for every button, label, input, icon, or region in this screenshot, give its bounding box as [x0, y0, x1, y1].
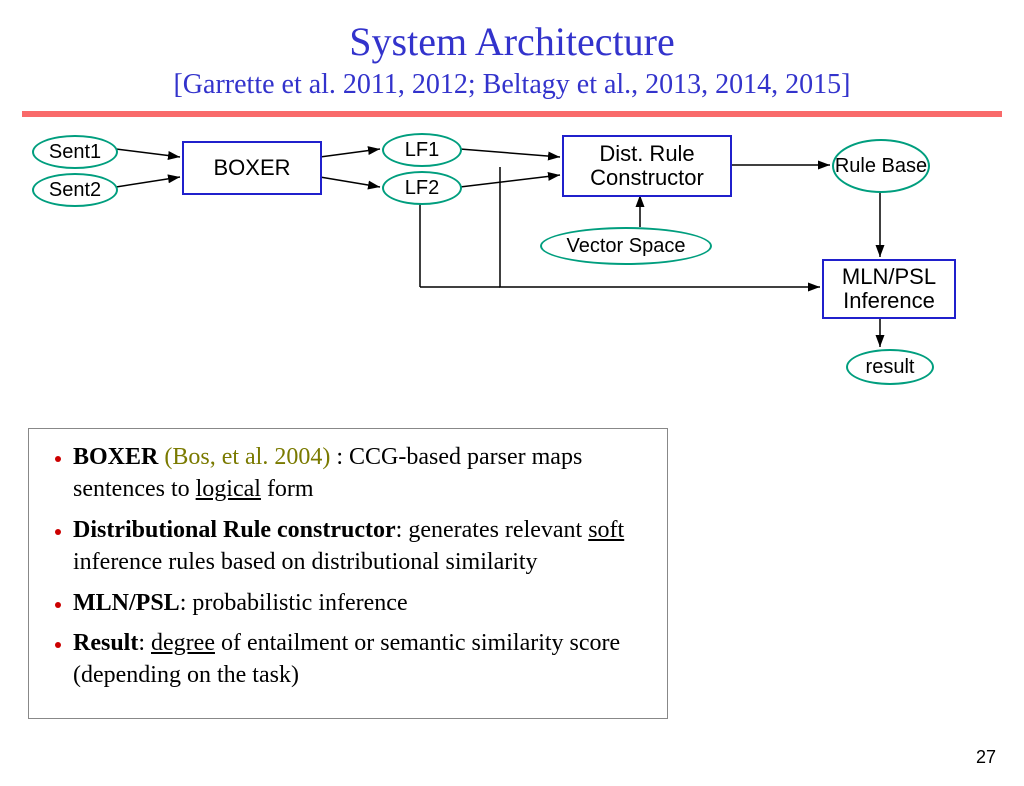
bullet-dist-rule: Distributional Rule constructor: generat… — [73, 514, 649, 579]
bullet-boxer: BOXER (Bos, et al. 2004) : CCG-based par… — [73, 441, 649, 506]
node-sent2: Sent2 — [32, 173, 118, 207]
node-lf2: LF2 — [382, 171, 462, 205]
description-box: BOXER (Bos, et al. 2004) : CCG-based par… — [28, 428, 668, 719]
node-result: result — [846, 349, 934, 385]
node-boxer: BOXER — [182, 141, 322, 195]
node-rule-base: Rule Base — [832, 139, 930, 193]
page-number: 27 — [976, 747, 996, 768]
node-lf1: LF1 — [382, 133, 462, 167]
node-mln-psl-inference: MLN/PSL Inference — [822, 259, 956, 319]
bullet-mln-psl: MLN/PSL: probabilistic inference — [73, 587, 649, 619]
node-sent1: Sent1 — [32, 135, 118, 169]
node-dist-rule-constructor: Dist. Rule Constructor — [562, 135, 732, 197]
bullet-result: Result: degree of entailment or semantic… — [73, 627, 649, 692]
slide-title: System Architecture — [0, 18, 1024, 65]
slide-subtitle: [Garrette et al. 2011, 2012; Beltagy et … — [0, 69, 1024, 101]
node-vector-space: Vector Space — [540, 227, 712, 265]
architecture-diagram: Sent1 Sent2 BOXER LF1 LF2 Dist. Rule Con… — [0, 117, 1024, 377]
